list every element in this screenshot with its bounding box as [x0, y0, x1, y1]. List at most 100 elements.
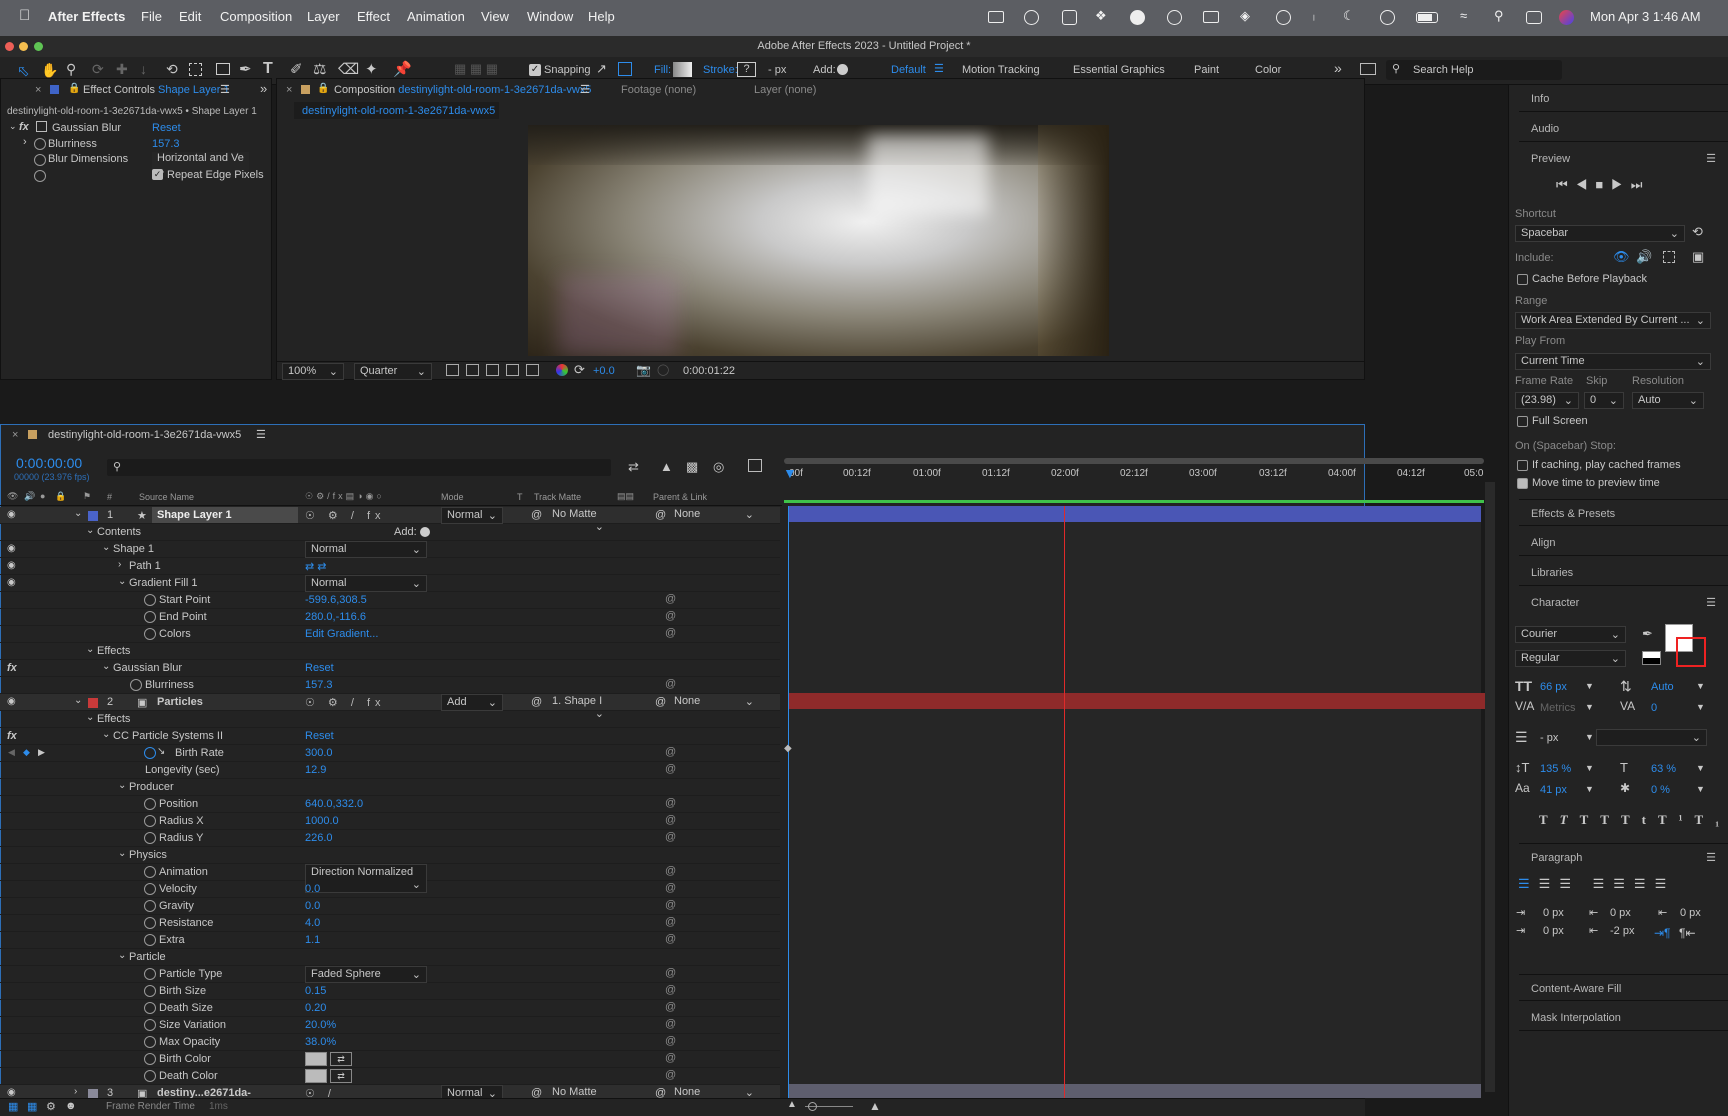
hide-shy-icon[interactable]: ▩ [686, 459, 698, 475]
move-time-checkbox[interactable]: Move time to preview time [1517, 477, 1660, 489]
align-header[interactable]: Align [1519, 529, 1728, 556]
expression-spiral-icon[interactable]: @ [665, 831, 676, 843]
tsume-value[interactable]: 0 % [1651, 784, 1670, 796]
collapse-arrow-icon[interactable]: ⌄ [86, 644, 94, 655]
font-dropdown[interactable]: Courier ⌄ [1515, 626, 1626, 643]
stopwatch-icon[interactable] [34, 154, 46, 166]
resolution-dropdown-right[interactable]: Auto ⌄ [1632, 392, 1704, 409]
mask-interpolation-header[interactable]: Mask Interpolation [1519, 1004, 1728, 1031]
all-caps-icon[interactable]: TT [1580, 812, 1621, 827]
collapse-arrow-icon[interactable]: ⌄ [102, 542, 110, 553]
visibility-eye-icon[interactable]: ◉ [7, 577, 16, 588]
effects-presets-header[interactable]: Effects & Presets [1519, 499, 1728, 526]
current-timecode[interactable]: 0:00:00:00 [16, 455, 82, 471]
in-out-icon[interactable]: ⚙ [46, 1100, 56, 1113]
property-value[interactable]: 12.9 [305, 764, 326, 776]
collapse-arrow-icon[interactable]: ⌄ [74, 508, 82, 519]
next-keyframe-icon[interactable]: ▶ [38, 747, 45, 758]
character-header[interactable]: Character ☰ [1519, 589, 1728, 616]
first-line-indent-value[interactable]: 0 px [1543, 925, 1564, 937]
battery-icon[interactable] [1416, 12, 1438, 23]
prev-frame-icon[interactable]: ◀ [1576, 177, 1596, 192]
align-right-icon[interactable]: ☰ [1559, 876, 1580, 891]
collapse-arrow-icon[interactable]: ⌄ [118, 848, 126, 859]
apple-icon[interactable]:  [19, 7, 30, 24]
prev-keyframe-icon[interactable]: ◀ [8, 747, 15, 758]
expression-spiral-icon[interactable]: @ [665, 916, 676, 928]
last-frame-icon[interactable]: ⏭ [1631, 177, 1651, 192]
kerning-value[interactable]: Metrics [1540, 702, 1575, 714]
expand-arrow-icon[interactable]: › [118, 559, 121, 570]
expression-spiral-icon[interactable]: @ [665, 933, 676, 945]
full-screen-checkbox[interactable]: Full Screen [1517, 415, 1588, 427]
comp-breadcrumb-tab[interactable]: destinylight-old-room-1-3e2671da-vwx5 [294, 102, 499, 119]
expression-spiral-icon[interactable]: @ [665, 814, 676, 826]
expression-spiral-icon[interactable]: @ [665, 984, 676, 996]
indent-right-value[interactable]: 0 px [1680, 907, 1701, 919]
color-management-icon[interactable] [556, 364, 568, 376]
horizontal-scale-value[interactable]: 63 % [1651, 763, 1676, 775]
frame-blending-icon[interactable]: ◎ [713, 459, 724, 475]
ltr-direction-icon[interactable]: ⇥¶ [1654, 926, 1671, 940]
dropdown-arrow-icon[interactable]: ▼ [1696, 763, 1705, 773]
dolly-tool-icon[interactable]: ↓ [140, 61, 147, 77]
stopwatch-icon[interactable] [130, 679, 142, 691]
more-workspaces-icon[interactable]: » [1334, 60, 1342, 76]
hand-tool-icon[interactable]: ✋ [41, 62, 58, 79]
stroke-style-dropdown[interactable]: ⌄ [1596, 729, 1707, 746]
layer-switches-icon[interactable]: ☉ ⚙ / fx [305, 509, 386, 522]
stopwatch-icon[interactable] [144, 832, 156, 844]
expression-spiral-icon[interactable]: @ [665, 593, 676, 605]
dropdown-arrow-icon[interactable]: ▼ [1696, 681, 1705, 691]
expression-spiral-icon[interactable]: @ [665, 1069, 676, 1081]
zoom-out-icon[interactable]: ▲ [787, 1099, 797, 1110]
fx-toggle-icon[interactable]: fx [7, 662, 17, 674]
stopwatch-icon[interactable] [144, 985, 156, 997]
dropbox-icon[interactable]: ❖ [1095, 8, 1107, 24]
property-value[interactable]: 38.0% [305, 1036, 336, 1048]
play-icon[interactable] [1276, 10, 1291, 25]
stopwatch-icon[interactable] [34, 138, 46, 150]
menu-view[interactable]: View [481, 9, 509, 24]
reset-shortcut-icon[interactable]: ⟲ [1692, 224, 1703, 240]
graph-icon[interactable]: ↘ [157, 746, 165, 757]
repeat-edge-checkbox[interactable]: ✓ [152, 169, 163, 180]
render-time-icon[interactable]: ☻ [65, 1100, 77, 1112]
workspace-menu-icon[interactable]: ☰ [934, 62, 944, 75]
property-value[interactable]: 226.0 [305, 832, 333, 844]
pan-tool-icon[interactable]: ✚ [116, 61, 128, 78]
menu-animation[interactable]: Animation [407, 9, 465, 24]
menu-effect[interactable]: Effect [357, 9, 390, 24]
path-direction-icon[interactable]: ⇄ ⇄ [305, 560, 327, 573]
stopwatch-icon[interactable] [144, 798, 156, 810]
sync-icon[interactable] [1130, 10, 1145, 25]
drive-icon[interactable] [1062, 10, 1077, 25]
effect-controls-tab[interactable]: Effect Controls Shape Layer 1 [83, 84, 230, 96]
playhead-handle[interactable]: ▼ [783, 465, 797, 481]
collapse-arrow-icon[interactable]: ⌄ [86, 525, 94, 536]
menu-window[interactable]: Window [527, 9, 573, 24]
brush-tool-icon[interactable]: ✐ [290, 60, 303, 78]
small-caps-icon[interactable]: Tt [1621, 812, 1658, 827]
footage-tab[interactable]: Footage (none) [621, 84, 696, 96]
visibility-eye-icon[interactable]: ◉ [7, 696, 16, 707]
control-center-icon[interactable] [1526, 11, 1542, 24]
add-keyframe-icon[interactable]: ◆ [23, 747, 30, 758]
vertical-scale-value[interactable]: 135 % [1540, 763, 1571, 775]
justify-center-icon[interactable]: ☰ [1613, 876, 1634, 891]
shortcut-dropdown[interactable]: Spacebar ⌄ [1515, 225, 1685, 242]
orbit-tool-icon[interactable]: ⟳ [92, 61, 104, 78]
stopwatch-icon[interactable] [144, 815, 156, 827]
layer-search-input[interactable]: ⚲ [107, 459, 611, 476]
subscript-icon[interactable]: T₁ [1695, 812, 1728, 827]
collapse-arrow-icon[interactable]: ⌄ [102, 729, 110, 740]
visibility-eye-icon[interactable]: ◉ [7, 560, 16, 571]
range-dropdown[interactable]: Work Area Extended By Current ... ⌄ [1515, 312, 1711, 329]
add-content-button[interactable] [420, 527, 430, 537]
label-color-chip[interactable] [88, 698, 98, 708]
clone-stamp-tool-icon[interactable]: ⚖ [313, 60, 326, 78]
property-value[interactable]: 0.15 [305, 985, 326, 997]
visibility-eye-icon[interactable]: ◉ [7, 543, 16, 554]
resolution-dropdown[interactable]: Quarter ⌄ [354, 363, 432, 380]
expression-spiral-icon[interactable]: @ [665, 678, 676, 690]
